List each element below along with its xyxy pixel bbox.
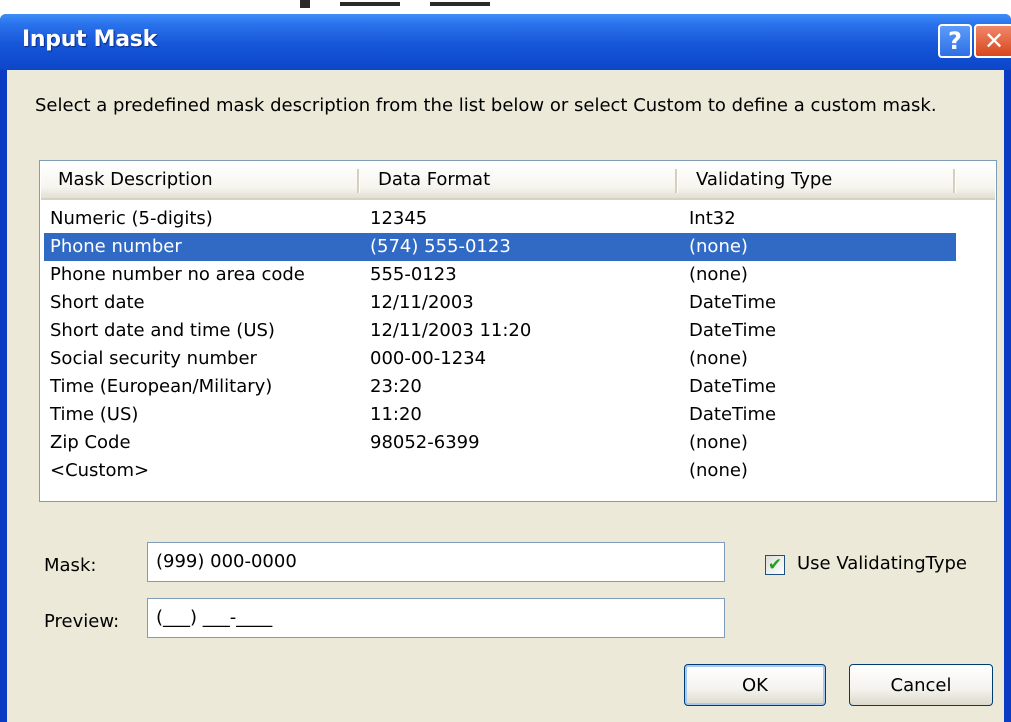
close-icon: ✕ — [983, 27, 1005, 55]
title-bar[interactable]: Input Mask ? ✕ — [0, 14, 1011, 70]
background-window-fragment — [340, 2, 400, 6]
cell-validating-type: DateTime — [689, 376, 777, 397]
cell-mask-description: Phone number — [50, 236, 182, 257]
mask-input[interactable]: (999) 000-0000 — [147, 542, 725, 582]
cancel-button[interactable]: Cancel — [849, 664, 993, 706]
column-divider[interactable] — [675, 169, 678, 193]
list-row[interactable]: Short date 12/11/2003 DateTime — [44, 289, 956, 317]
background-window-fragment — [300, 0, 310, 8]
cell-data-format: 12/11/2003 11:20 — [370, 320, 532, 341]
cell-mask-description: Short date — [50, 292, 145, 313]
cell-validating-type: DateTime — [689, 404, 777, 425]
cell-mask-description: Phone number no area code — [50, 264, 305, 285]
cell-mask-description: Zip Code — [50, 432, 131, 453]
cell-validating-type: (none) — [689, 236, 748, 257]
cell-data-format: 11:20 — [370, 404, 422, 425]
list-row[interactable]: Zip Code 98052-6399 (none) — [44, 429, 956, 457]
use-validating-type-label[interactable]: Use ValidatingType — [797, 553, 967, 574]
column-header-data-format[interactable]: Data Format — [361, 162, 671, 198]
cell-validating-type: DateTime — [689, 320, 777, 341]
preview-label: Preview: — [44, 611, 120, 632]
cell-validating-type: (none) — [689, 432, 748, 453]
mask-label: Mask: — [44, 555, 97, 576]
checkmark-icon: ✔ — [767, 554, 783, 575]
list-row[interactable]: Short date and time (US) 12/11/2003 11:2… — [44, 317, 956, 345]
cell-mask-description: Time (European/Military) — [50, 376, 273, 397]
cell-mask-description: Social security number — [50, 348, 257, 369]
instructions-text: Select a predefined mask description fro… — [35, 95, 937, 116]
list-header: Mask Description Data Format Validating … — [41, 162, 995, 200]
cell-mask-description: <Custom> — [50, 460, 150, 481]
preview-input[interactable]: (___) ___-____ — [147, 598, 725, 638]
help-button[interactable]: ? — [938, 24, 972, 58]
input-mask-dialog: Input Mask ? ✕ Select a predefined mask … — [0, 14, 1011, 722]
window-title: Input Mask — [22, 27, 157, 52]
background-window-fragment — [430, 2, 490, 6]
use-validating-type-checkbox[interactable]: ✔ — [765, 555, 785, 575]
close-button[interactable]: ✕ — [974, 24, 1011, 58]
column-divider[interactable] — [953, 169, 956, 193]
cell-mask-description: Time (US) — [50, 404, 139, 425]
screen: Input Mask ? ✕ Select a predefined mask … — [0, 0, 1011, 722]
mask-list-view[interactable]: Mask Description Data Format Validating … — [39, 160, 997, 502]
cell-data-format: 12345 — [370, 208, 428, 229]
list-row[interactable]: Time (US) 11:20 DateTime — [44, 401, 956, 429]
cell-validating-type: Int32 — [689, 208, 736, 229]
list-row[interactable]: Time (European/Military) 23:20 DateTime — [44, 373, 956, 401]
column-header-validating-type[interactable]: Validating Type — [679, 162, 954, 198]
list-row[interactable]: Phone number no area code 555-0123 (none… — [44, 261, 956, 289]
cell-validating-type: (none) — [689, 264, 748, 285]
list-row[interactable]: Social security number 000-00-1234 (none… — [44, 345, 956, 373]
cell-data-format: 12/11/2003 — [370, 292, 474, 313]
cell-mask-description: Numeric (5-digits) — [50, 208, 213, 229]
ok-button[interactable]: OK — [684, 664, 826, 706]
cell-validating-type: (none) — [689, 348, 748, 369]
list-row[interactable]: Numeric (5-digits) 12345 Int32 — [44, 205, 956, 233]
cell-data-format: 98052-6399 — [370, 432, 480, 453]
cell-validating-type: DateTime — [689, 292, 777, 313]
column-divider[interactable] — [357, 169, 360, 193]
cell-data-format: 23:20 — [370, 376, 422, 397]
list-row[interactable]: <Custom> (none) — [44, 457, 956, 485]
question-mark-icon: ? — [948, 27, 962, 55]
column-header-mask-description[interactable]: Mask Description — [41, 162, 351, 198]
cell-data-format: 555-0123 — [370, 264, 457, 285]
cell-data-format: (574) 555-0123 — [370, 236, 511, 257]
cell-mask-description: Short date and time (US) — [50, 320, 275, 341]
list-row-selected[interactable]: Phone number (574) 555-0123 (none) — [44, 233, 956, 261]
dialog-body: Select a predefined mask description fro… — [7, 70, 1004, 722]
cell-data-format: 000-00-1234 — [370, 348, 487, 369]
cell-validating-type: (none) — [689, 460, 748, 481]
